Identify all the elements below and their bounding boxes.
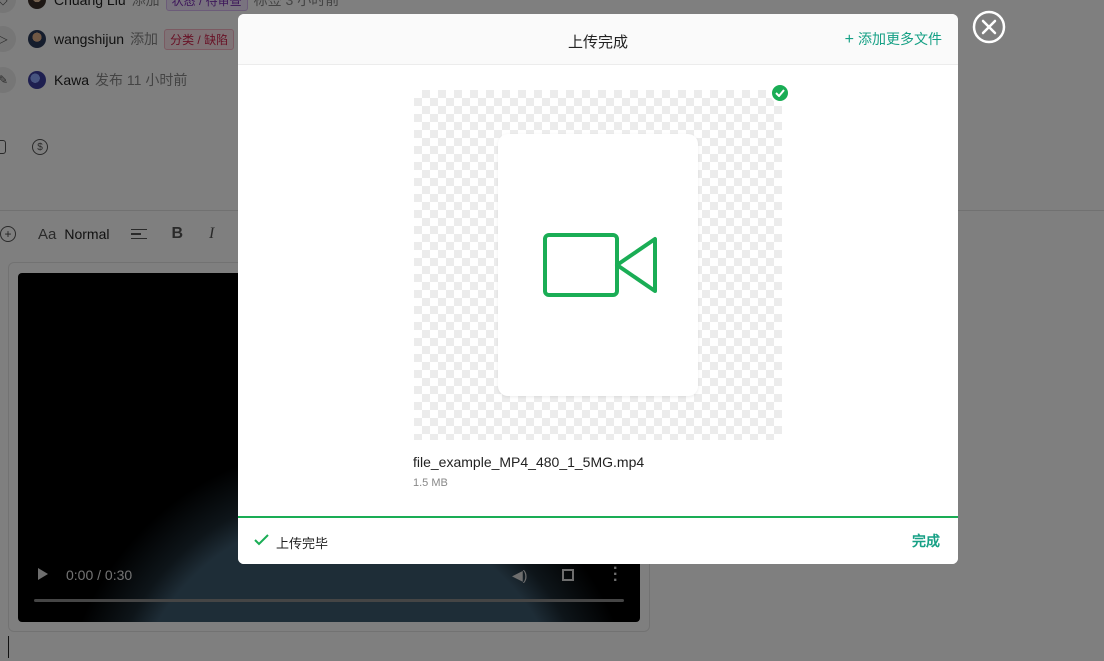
page: ◇ Chuang Liu 添加 状态 / 待审查 标签 3 小时前 ▷ wang… bbox=[0, 0, 1104, 661]
modal-footer: 上传完毕 完成 bbox=[238, 516, 958, 564]
upload-status: 上传完毕 bbox=[276, 536, 329, 551]
done-button[interactable]: 完成 bbox=[912, 531, 940, 551]
file-thumbnail bbox=[498, 134, 698, 396]
add-more-files-label: 添加更多文件 bbox=[858, 31, 942, 47]
check-icon bbox=[254, 534, 269, 546]
video-camera-icon bbox=[543, 233, 657, 297]
plus-icon: + bbox=[844, 31, 854, 48]
file-preview bbox=[414, 90, 782, 440]
add-more-files-button[interactable]: + 添加更多文件 bbox=[845, 29, 942, 49]
file-name: file_example_MP4_480_1_5MG.mp4 bbox=[413, 454, 645, 470]
upload-success-icon bbox=[770, 83, 790, 103]
modal-header: 上传完成 + 添加更多文件 bbox=[238, 14, 958, 65]
file-size: 1.5 MB bbox=[413, 477, 448, 489]
close-icon[interactable] bbox=[972, 10, 1006, 44]
upload-modal: 上传完成 + 添加更多文件 file_example_MP4_480_1_5MG.… bbox=[238, 14, 958, 564]
